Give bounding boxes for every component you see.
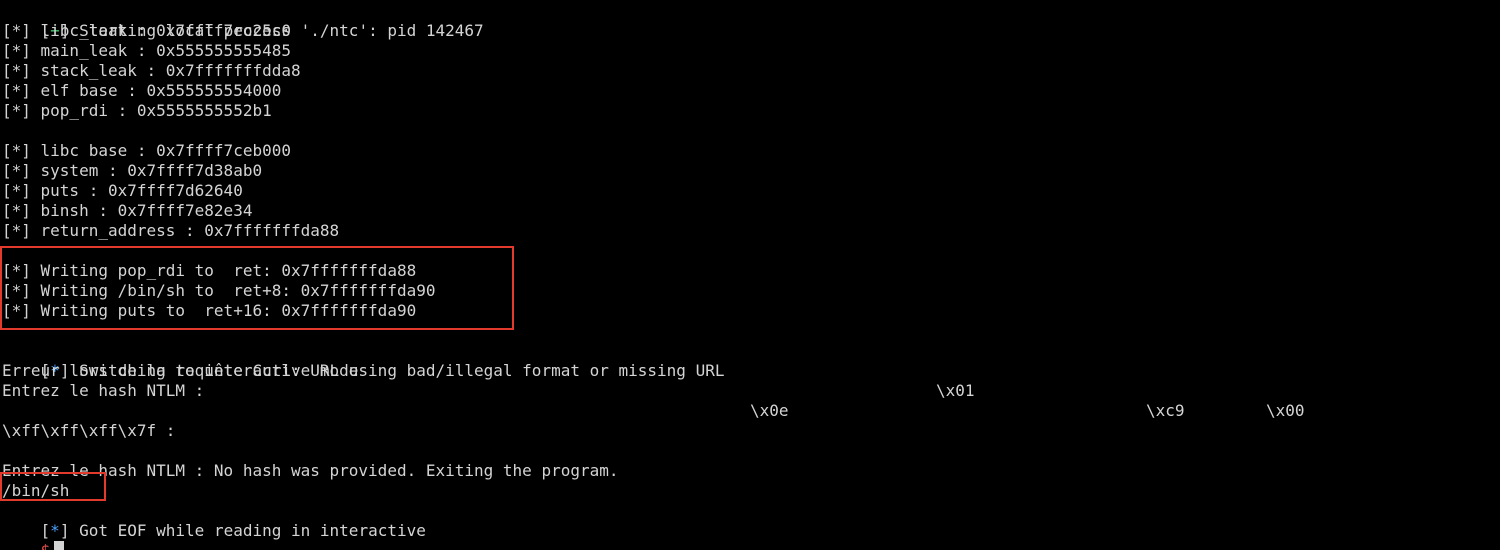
escape-byte-x00: \x00 xyxy=(1266,401,1305,420)
terminal-line-puts: [*] puts : 0x7ffff7d62640 xyxy=(2,181,243,200)
terminal-line-escape-tail: \xff\xff\xff\x7f : xyxy=(2,421,176,440)
terminal-line-write-puts: [*] Writing puts to ret+16: 0x7fffffffda… xyxy=(2,301,417,320)
terminal-line-main-leak: [*] main_leak : 0x555555555485 xyxy=(2,41,291,60)
terminal-line-interactive-mode: [*] Switching to interactive mode xyxy=(2,341,359,380)
terminal-line-binsh-output: /bin/sh xyxy=(2,481,70,500)
terminal-line-return-address: [*] return_address : 0x7fffffffda88 xyxy=(2,221,340,240)
terminal-line-ntlm-prompt: Entrez le hash NTLM : xyxy=(2,381,205,400)
terminal-line-write-binsh: [*] Writing /bin/sh to ret+8: 0x7fffffff… xyxy=(2,281,436,300)
text-cursor[interactable] xyxy=(54,541,65,550)
terminal-window[interactable]: [+] Starting local process './ntc': pid … xyxy=(0,0,1500,550)
terminal-line-system: [*] system : 0x7ffff7d38ab0 xyxy=(2,161,263,180)
terminal-line-stack-leak: [*] stack_leak : 0x7fffffffdda8 xyxy=(2,61,301,80)
terminal-line-eof: [*] Got EOF while reading in interactive xyxy=(2,501,426,540)
escape-byte-xc9: \xc9 xyxy=(1146,401,1185,420)
escape-byte-x01: \x01 xyxy=(936,381,975,400)
terminal-line-libc-leak: [*] libc_leak : 0x7ffff7ec25c0 xyxy=(2,21,291,40)
terminal-line-start-process: [+] Starting local process './ntc': pid … xyxy=(2,1,484,40)
terminal-line-pop-rdi: [*] pop_rdi : 0x5555555552b1 xyxy=(2,101,272,120)
shell-prompt-symbol: $ xyxy=(41,541,51,550)
escape-byte-x0e: \x0e xyxy=(750,401,789,420)
terminal-line-curl-error: Erreur lors de la requête Curl: URL usin… xyxy=(2,361,725,380)
terminal-line-elf-base: [*] elf base : 0x555555554000 xyxy=(2,81,282,100)
terminal-line-libc-base: [*] libc base : 0x7ffff7ceb000 xyxy=(2,141,291,160)
eof-text: Got EOF while reading in interactive xyxy=(69,521,426,540)
terminal-line-binsh: [*] binsh : 0x7ffff7e82e34 xyxy=(2,201,253,220)
terminal-line-write-pop-rdi: [*] Writing pop_rdi to ret: 0x7fffffffda… xyxy=(2,261,417,280)
terminal-prompt-line[interactable]: $ xyxy=(2,521,65,550)
